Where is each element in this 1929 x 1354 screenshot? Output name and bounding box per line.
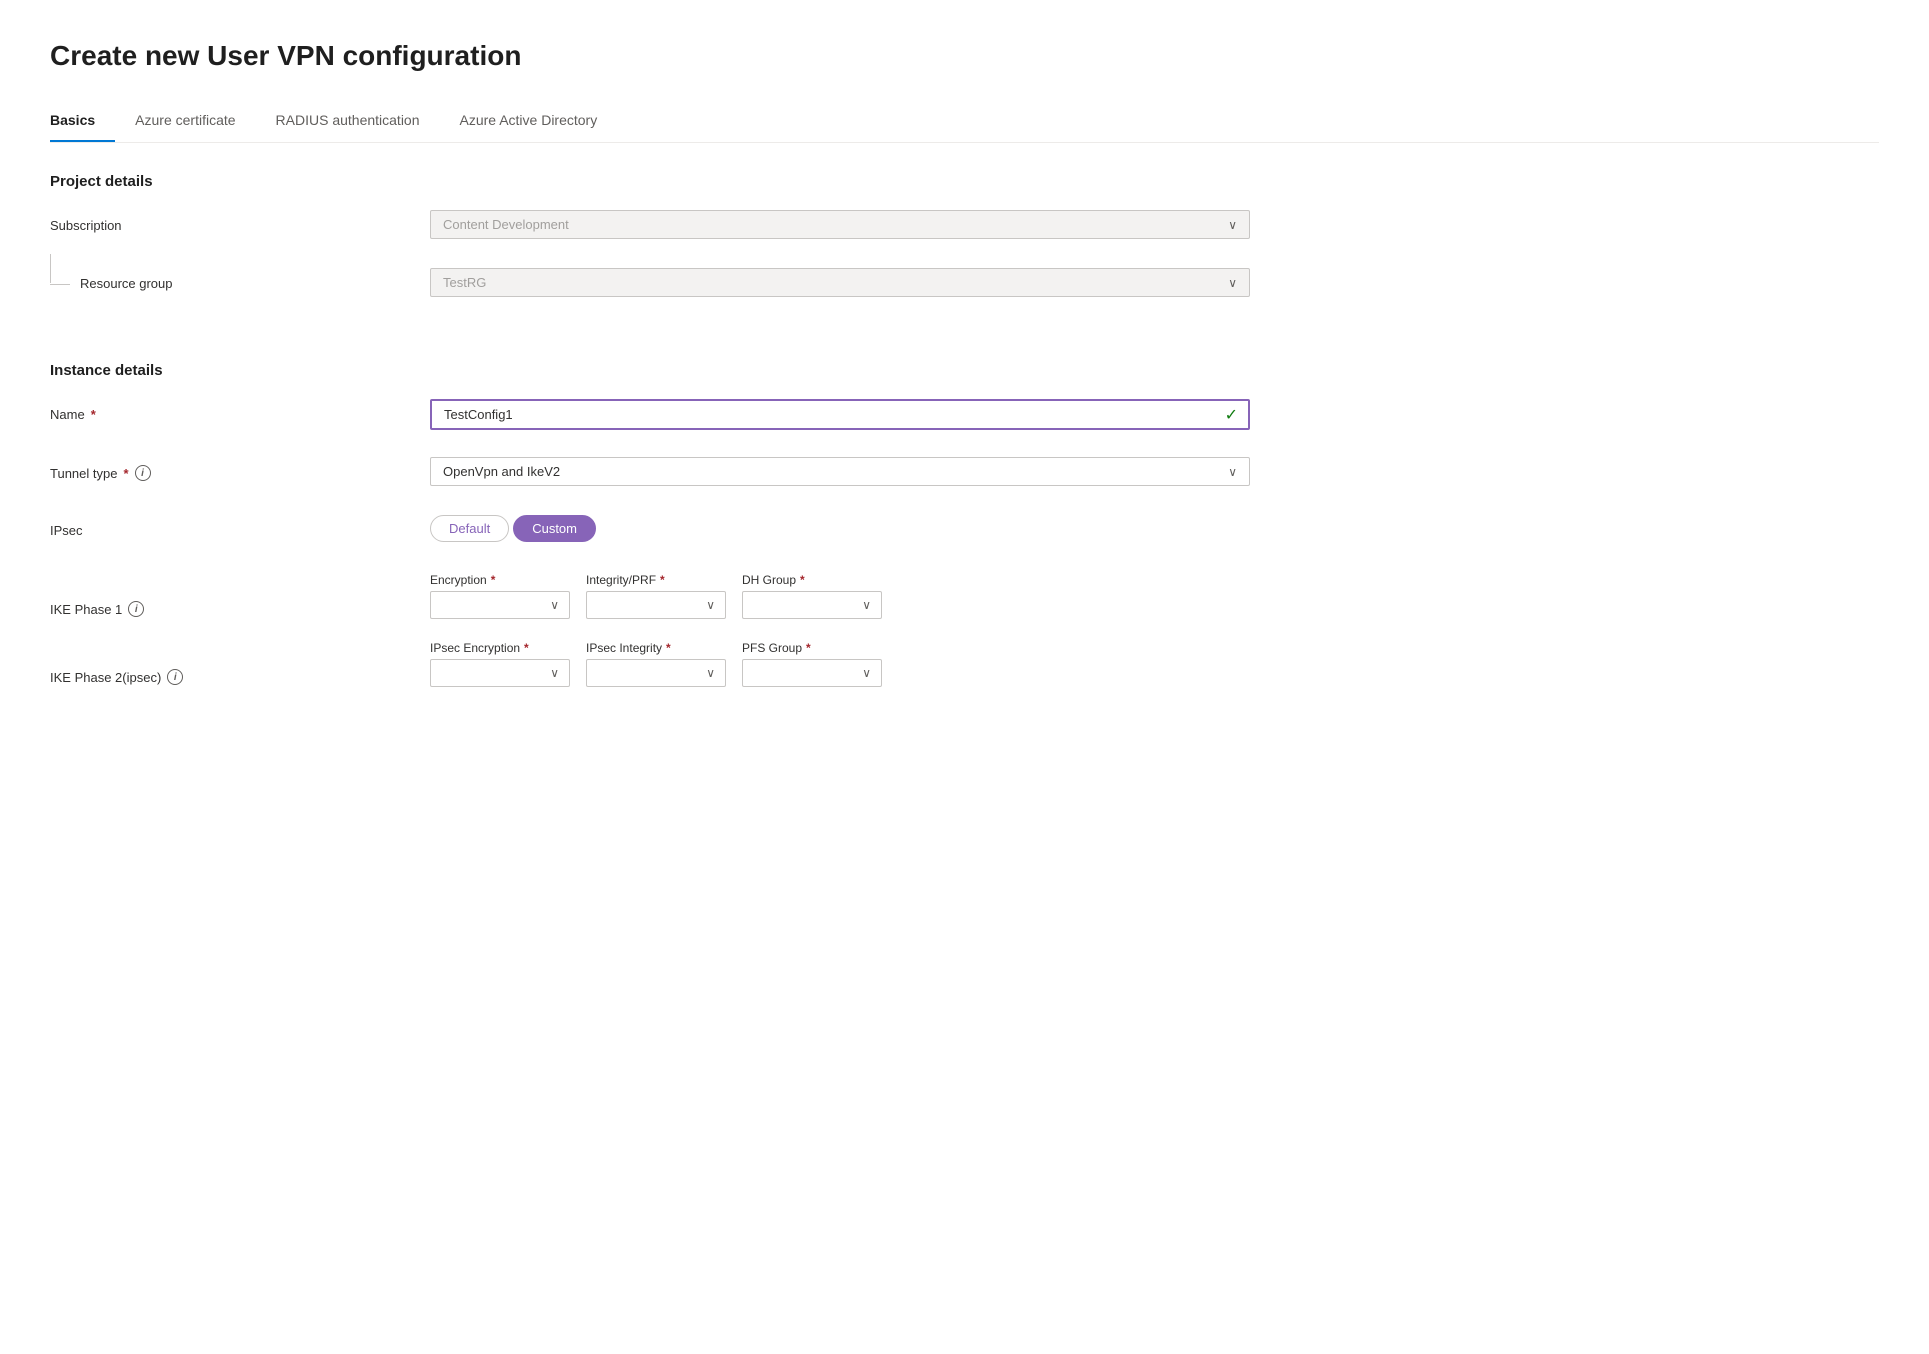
resource-group-control: TestRG ∨ <box>430 268 1250 297</box>
ipsec-integrity-chevron-icon: ∨ <box>706 666 715 680</box>
ipsec-encryption-required: * <box>524 641 529 655</box>
name-label: Name * <box>50 399 430 422</box>
tunnel-type-label: Tunnel type * i <box>50 457 430 481</box>
tab-azure-certificate[interactable]: Azure certificate <box>135 102 255 142</box>
name-input[interactable] <box>432 401 1225 428</box>
encryption-field: Encryption * ∨ <box>430 573 570 619</box>
dh-group-field: DH Group * ∨ <box>742 573 882 619</box>
name-required-indicator: * <box>91 407 96 422</box>
ipsec-custom-button[interactable]: Custom <box>513 515 596 542</box>
tab-radius-authentication[interactable]: RADIUS authentication <box>276 102 440 142</box>
resource-group-label: Resource group <box>80 276 173 291</box>
tunnel-type-value: OpenVpn and IkeV2 <box>443 464 560 479</box>
resource-group-label-wrap: Resource group <box>50 268 430 291</box>
encryption-chevron-icon: ∨ <box>550 598 559 612</box>
encryption-required: * <box>491 573 496 587</box>
tunnel-type-info-icon[interactable]: i <box>135 465 151 481</box>
ike-phase2-row: IKE Phase 2(ipsec) i IPsec Encryption * … <box>50 641 1879 687</box>
ipsec-default-button[interactable]: Default <box>430 515 509 542</box>
page-title: Create new User VPN configuration <box>50 40 1879 72</box>
ipsec-encryption-label: IPsec Encryption * <box>430 641 570 655</box>
ipsec-toggle-group: Default Custom <box>430 515 1250 542</box>
ipsec-integrity-field: IPsec Integrity * ∨ <box>586 641 726 687</box>
dh-group-chevron-icon: ∨ <box>862 598 871 612</box>
pfs-group-label: PFS Group * <box>742 641 882 655</box>
tab-basics[interactable]: Basics <box>50 102 115 142</box>
pfs-group-required: * <box>806 641 811 655</box>
tunnel-type-control: OpenVpn and IkeV2 ∨ <box>430 457 1250 486</box>
subscription-chevron-icon: ∨ <box>1228 218 1237 232</box>
name-check-icon: ✓ <box>1225 405 1248 425</box>
name-input-wrap: ✓ <box>430 399 1250 430</box>
ipsec-integrity-required: * <box>666 641 671 655</box>
resource-group-row: Resource group TestRG ∨ <box>50 268 1879 304</box>
ike-phase1-label: IKE Phase 1 i <box>50 573 430 617</box>
subscription-control: Content Development ∨ <box>430 210 1250 239</box>
dh-group-label: DH Group * <box>742 573 882 587</box>
integrity-prf-label: Integrity/PRF * <box>586 573 726 587</box>
integrity-prf-dropdown[interactable]: ∨ <box>586 591 726 619</box>
ike-phase1-row: IKE Phase 1 i Encryption * ∨ Integrity/P… <box>50 573 1879 619</box>
instance-details-heading: Instance details <box>50 362 1879 379</box>
resource-group-chevron-icon: ∨ <box>1228 276 1237 290</box>
ipsec-encryption-dropdown[interactable]: ∨ <box>430 659 570 687</box>
resource-group-value: TestRG <box>443 275 486 290</box>
ipsec-encryption-field: IPsec Encryption * ∨ <box>430 641 570 687</box>
integrity-prf-required: * <box>660 573 665 587</box>
ipsec-row: IPsec Default Custom <box>50 515 1879 551</box>
pfs-group-dropdown[interactable]: ∨ <box>742 659 882 687</box>
name-control: ✓ <box>430 399 1250 430</box>
ike-phase2-fields: IPsec Encryption * ∨ IPsec Integrity * ∨… <box>430 641 1879 687</box>
ipsec-integrity-label: IPsec Integrity * <box>586 641 726 655</box>
ipsec-integrity-dropdown[interactable]: ∨ <box>586 659 726 687</box>
name-row: Name * ✓ <box>50 399 1879 435</box>
tunnel-type-required-indicator: * <box>123 466 128 481</box>
integrity-prf-field: Integrity/PRF * ∨ <box>586 573 726 619</box>
ike-phase2-info-icon[interactable]: i <box>167 669 183 685</box>
encryption-dropdown[interactable]: ∨ <box>430 591 570 619</box>
tab-azure-active-directory[interactable]: Azure Active Directory <box>460 102 618 142</box>
integrity-prf-chevron-icon: ∨ <box>706 598 715 612</box>
subscription-row: Subscription Content Development ∨ <box>50 210 1879 246</box>
project-details-heading: Project details <box>50 173 1879 190</box>
tunnel-type-row: Tunnel type * i OpenVpn and IkeV2 ∨ <box>50 457 1879 493</box>
tunnel-type-dropdown[interactable]: OpenVpn and IkeV2 ∨ <box>430 457 1250 486</box>
subscription-dropdown[interactable]: Content Development ∨ <box>430 210 1250 239</box>
ike-phase2-label: IKE Phase 2(ipsec) i <box>50 641 430 685</box>
subscription-label: Subscription <box>50 210 430 233</box>
tunnel-type-chevron-icon: ∨ <box>1228 465 1237 479</box>
dh-group-required: * <box>800 573 805 587</box>
ipsec-label: IPsec <box>50 515 430 538</box>
pfs-group-field: PFS Group * ∨ <box>742 641 882 687</box>
ipsec-encryption-chevron-icon: ∨ <box>550 666 559 680</box>
subscription-value: Content Development <box>443 217 569 232</box>
resource-group-dropdown[interactable]: TestRG ∨ <box>430 268 1250 297</box>
encryption-label: Encryption * <box>430 573 570 587</box>
ike-phase1-info-icon[interactable]: i <box>128 601 144 617</box>
dh-group-dropdown[interactable]: ∨ <box>742 591 882 619</box>
pfs-group-chevron-icon: ∨ <box>862 666 871 680</box>
ipsec-control: Default Custom <box>430 515 1250 542</box>
ike-phase1-fields: Encryption * ∨ Integrity/PRF * ∨ DH Grou… <box>430 573 1879 619</box>
tab-bar: Basics Azure certificate RADIUS authenti… <box>50 102 1879 143</box>
